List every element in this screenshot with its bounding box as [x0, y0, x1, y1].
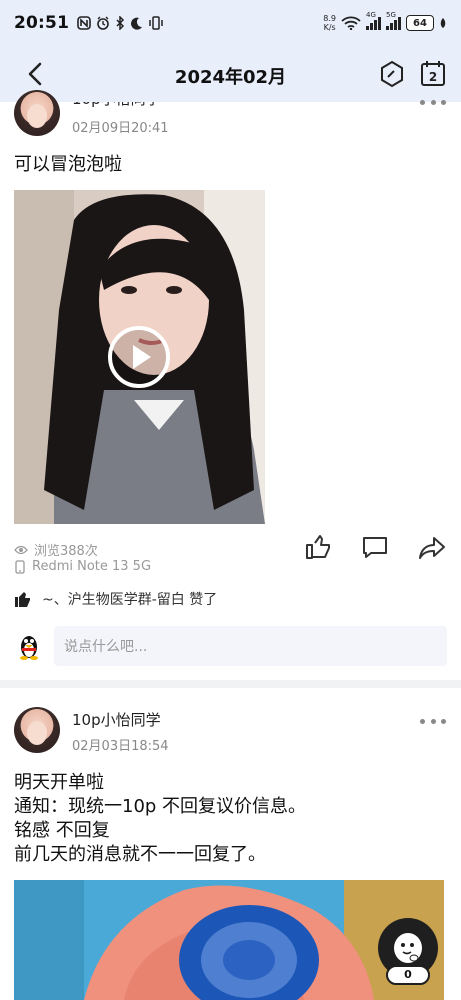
post2-line: 明天开单啦	[14, 772, 104, 793]
post1-video-thumbnail[interactable]	[14, 190, 265, 524]
signal-2-icon: 5G	[386, 11, 401, 30]
play-icon[interactable]	[108, 326, 170, 388]
post1-views: 浏览388次	[34, 544, 98, 559]
alarm-icon	[97, 16, 109, 30]
post1-views-row: 浏览388次	[14, 540, 98, 559]
post2-line: 前几天的消息就不一一回复了。	[14, 844, 266, 865]
leaf-icon	[440, 18, 446, 28]
status-time: 20:51	[14, 13, 70, 33]
post1-likes-row: ~、沪生物医学群-留白 赞了	[14, 589, 217, 609]
post1-text: 可以冒泡泡啦	[14, 154, 122, 175]
hexagon-icon[interactable]	[379, 60, 405, 88]
post1-device: Redmi Note 13 5G	[32, 559, 152, 574]
vibrate-icon	[149, 16, 163, 30]
battery-icon: 64	[406, 15, 434, 31]
post-divider	[0, 680, 461, 688]
net-speed-unit: K/s	[323, 23, 336, 32]
post2-avatar[interactable]	[14, 707, 60, 753]
moon-icon	[131, 17, 143, 30]
post2-author[interactable]: 10p小怡同学	[72, 709, 161, 730]
nav-bar: 2024年02月 2	[0, 46, 461, 102]
calendar-badge: 2	[429, 70, 437, 84]
phone-icon	[15, 559, 25, 574]
nfc-icon	[77, 16, 91, 30]
post1-more-icon[interactable]	[420, 97, 446, 107]
eye-icon	[14, 545, 28, 554]
post2-line: 通知：现统一10p 不回复议价信息。	[14, 796, 307, 817]
comment-input[interactable]: 说点什么吧...	[54, 626, 447, 666]
post1-avatar[interactable]	[14, 90, 60, 136]
qq-penguin-icon	[20, 636, 38, 660]
signal-2-label: 5G	[386, 11, 396, 19]
status-bar: 20:51 8.9 K/s 4G 5G 64	[0, 0, 461, 46]
post2-date: 02月03日18:54	[72, 739, 169, 754]
post2-line: 铭感 不回复	[14, 820, 110, 841]
floating-count-badge: 0	[386, 965, 430, 985]
wifi-icon	[341, 16, 361, 30]
net-speed-value: 8.9	[323, 14, 336, 23]
signal-1-icon: 4G	[366, 11, 381, 30]
signal-1-label: 4G	[366, 11, 376, 19]
post2-text: 明天开单啦 通知：现统一10p 不回复议价信息。 铭感 不回复 前几天的消息就不…	[14, 771, 306, 867]
share-icon[interactable]	[418, 533, 446, 561]
post1-comment-row: 说点什么吧...	[14, 626, 447, 666]
post1-likes-text[interactable]: ~、沪生物医学群-留白 赞了	[42, 589, 217, 609]
status-right-icons: 8.9 K/s 4G 5G 64	[323, 11, 447, 32]
comment-icon[interactable]	[361, 533, 389, 561]
like-icon[interactable]	[304, 533, 332, 561]
status-notification-icons	[77, 16, 164, 30]
net-speed: 8.9 K/s	[323, 14, 336, 32]
post1-date: 02月09日20:41	[72, 121, 169, 136]
bluetooth-icon	[116, 16, 125, 30]
post2-more-icon[interactable]	[420, 716, 446, 726]
post1-device-row: Redmi Note 13 5G	[14, 559, 151, 574]
thumbs-up-icon	[15, 592, 30, 607]
ghost-face-icon	[394, 933, 422, 963]
calendar-icon[interactable]: 2	[420, 59, 446, 87]
